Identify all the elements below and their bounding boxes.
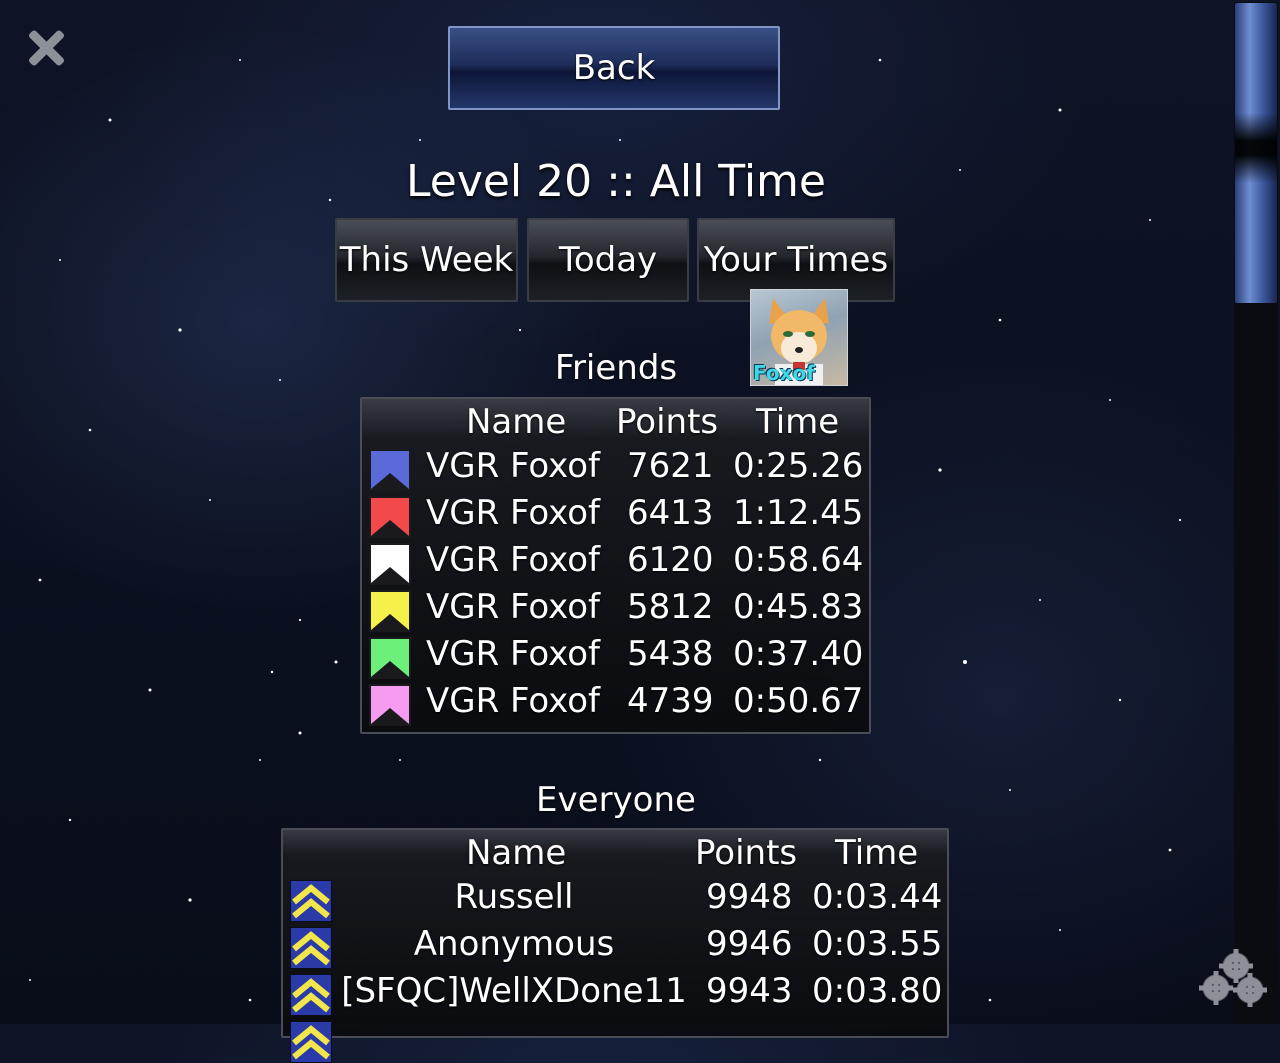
chevron-flag-icon [369, 449, 411, 491]
friends-row-time: 0:50.67 [733, 681, 864, 721]
friends-row-time: 0:58.64 [733, 540, 864, 580]
everyone-col-name: Name [466, 833, 567, 873]
chevron-flag-icon [369, 496, 411, 538]
tab-this-week[interactable]: This Week [335, 218, 518, 302]
everyone-row-points: 9948 [706, 877, 793, 917]
tab-label: Today [558, 240, 658, 280]
friends-title: Friends [554, 348, 678, 388]
friends-row-time: 0:25.26 [733, 446, 864, 486]
friends-row-name: VGR Foxof [426, 446, 600, 486]
friends-row-points: 4739 [627, 681, 714, 721]
everyone-col-time: Time [835, 833, 919, 873]
rank-chevron-icon [290, 880, 332, 922]
everyone-row-time: 0:03.80 [812, 971, 943, 1011]
chevron-flag-icon [369, 543, 411, 585]
friends-row-time: 0:45.83 [733, 587, 864, 627]
friends-col-time: Time [756, 402, 840, 442]
friends-row-name: VGR Foxof [426, 587, 600, 627]
tab-today[interactable]: Today [527, 218, 689, 302]
friends-row-name: VGR Foxof [426, 540, 600, 580]
page-title: Level 20 :: All Time [406, 156, 826, 207]
friends-row-name: VGR Foxof [426, 681, 600, 721]
friends-col-name: Name [466, 402, 567, 442]
friends-row-time: 1:12.45 [733, 493, 864, 533]
friends-row-time: 0:37.40 [733, 634, 864, 674]
everyone-title: Everyone [536, 780, 696, 820]
everyone-row-points: 9946 [706, 924, 793, 964]
back-button[interactable]: Back [448, 26, 780, 110]
everyone-row-time: 0:03.44 [812, 877, 943, 917]
everyone-row-points: 9943 [706, 971, 793, 1011]
tab-label: Your Times [703, 240, 889, 280]
tab-label: This Week [339, 240, 514, 280]
chevron-flag-icon [369, 637, 411, 679]
scrollbar-thumb[interactable] [1235, 3, 1277, 303]
friends-row-points: 6120 [627, 540, 714, 580]
rank-chevron-icon [290, 974, 332, 1016]
friends-row-name: VGR Foxof [426, 493, 600, 533]
everyone-row-name: Russell [454, 877, 574, 917]
close-icon[interactable] [26, 28, 66, 68]
everyone-col-points: Points [695, 833, 798, 873]
rank-chevron-icon [290, 1021, 332, 1063]
everyone-row-time: 0:03.55 [812, 924, 943, 964]
friends-row-points: 6413 [627, 493, 714, 533]
friends-row-points: 5812 [627, 587, 714, 627]
chevron-flag-icon [369, 684, 411, 726]
rank-chevron-icon [290, 927, 332, 969]
back-button-label: Back [572, 48, 656, 88]
friends-row-points: 5438 [627, 634, 714, 674]
friends-row-name: VGR Foxof [426, 634, 600, 674]
friends-col-points: Points [616, 402, 719, 442]
gears-icon[interactable] [1196, 948, 1270, 1008]
everyone-row-name: [SFQC]WellXDone11 [341, 971, 687, 1011]
chevron-flag-icon [369, 590, 411, 632]
friends-row-points: 7621 [627, 446, 714, 486]
everyone-row-name: Anonymous [413, 924, 615, 964]
